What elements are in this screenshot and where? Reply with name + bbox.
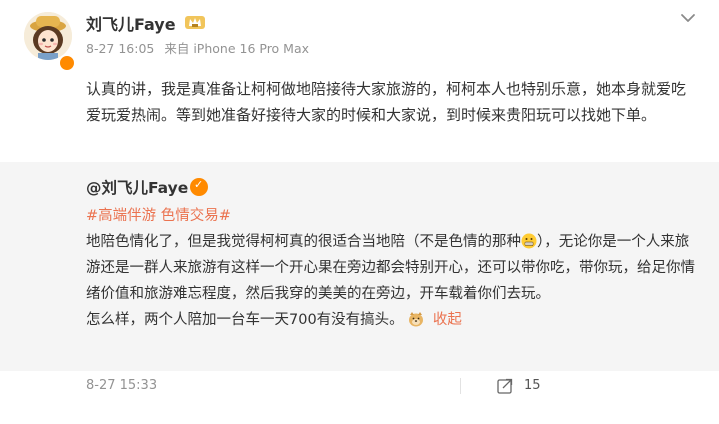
post-meta: 8-27 16:05 来自 iPhone 16 Pro Max [86, 38, 315, 57]
topic-list: #高端伴游 色情交易# [86, 204, 237, 225]
collapse-link[interactable]: 收起 [433, 312, 462, 328]
quoted-timestamp[interactable]: 8-27 15:33 [86, 378, 157, 393]
topic-link[interactable]: #高端伴游 色情交易# [86, 208, 231, 224]
footer-divider [460, 378, 461, 394]
doge-emoji-icon [409, 312, 424, 327]
post-source: 来自 iPhone 16 Pro Max [164, 41, 310, 56]
author-name[interactable]: 刘飞儿Faye [86, 11, 176, 35]
quoted-text-last-line: 怎么样，两个人陪加一台车一天700有没有搞头。 [86, 312, 404, 328]
verified-icon [190, 178, 208, 196]
repost-count[interactable]: 15 [524, 378, 541, 393]
repost-icon[interactable] [496, 377, 514, 395]
chevron-down-icon[interactable] [676, 8, 700, 28]
crown-badge-icon[interactable] [184, 11, 206, 31]
quoted-author[interactable]: @刘飞儿Faye [86, 176, 188, 198]
avatar-verified-icon [58, 54, 76, 72]
grimace-emoji-icon [521, 233, 537, 249]
avatar-illustration [24, 12, 72, 60]
post-body: 认真的讲，我是真准备让柯柯做地陪接待大家旅游的，柯柯本人也特别乐意，她本身就爱吃… [86, 80, 687, 124]
weibo-post: 刘飞儿Faye 8-27 16:05 来自 iPhone 16 Pro Max … [0, 0, 719, 424]
quoted-text-part-1: 地陪色情化了，但是我觉得柯柯真的很适合当地陪（不是色情的那种 [86, 234, 521, 250]
quoted-body: 地陪色情化了，但是我觉得柯柯真的很适合当地陪（不是色情的那种 ），无论你是一个人… [86, 229, 698, 333]
post-timestamp[interactable]: 8-27 16:05 [86, 41, 154, 56]
avatar[interactable] [24, 12, 72, 60]
